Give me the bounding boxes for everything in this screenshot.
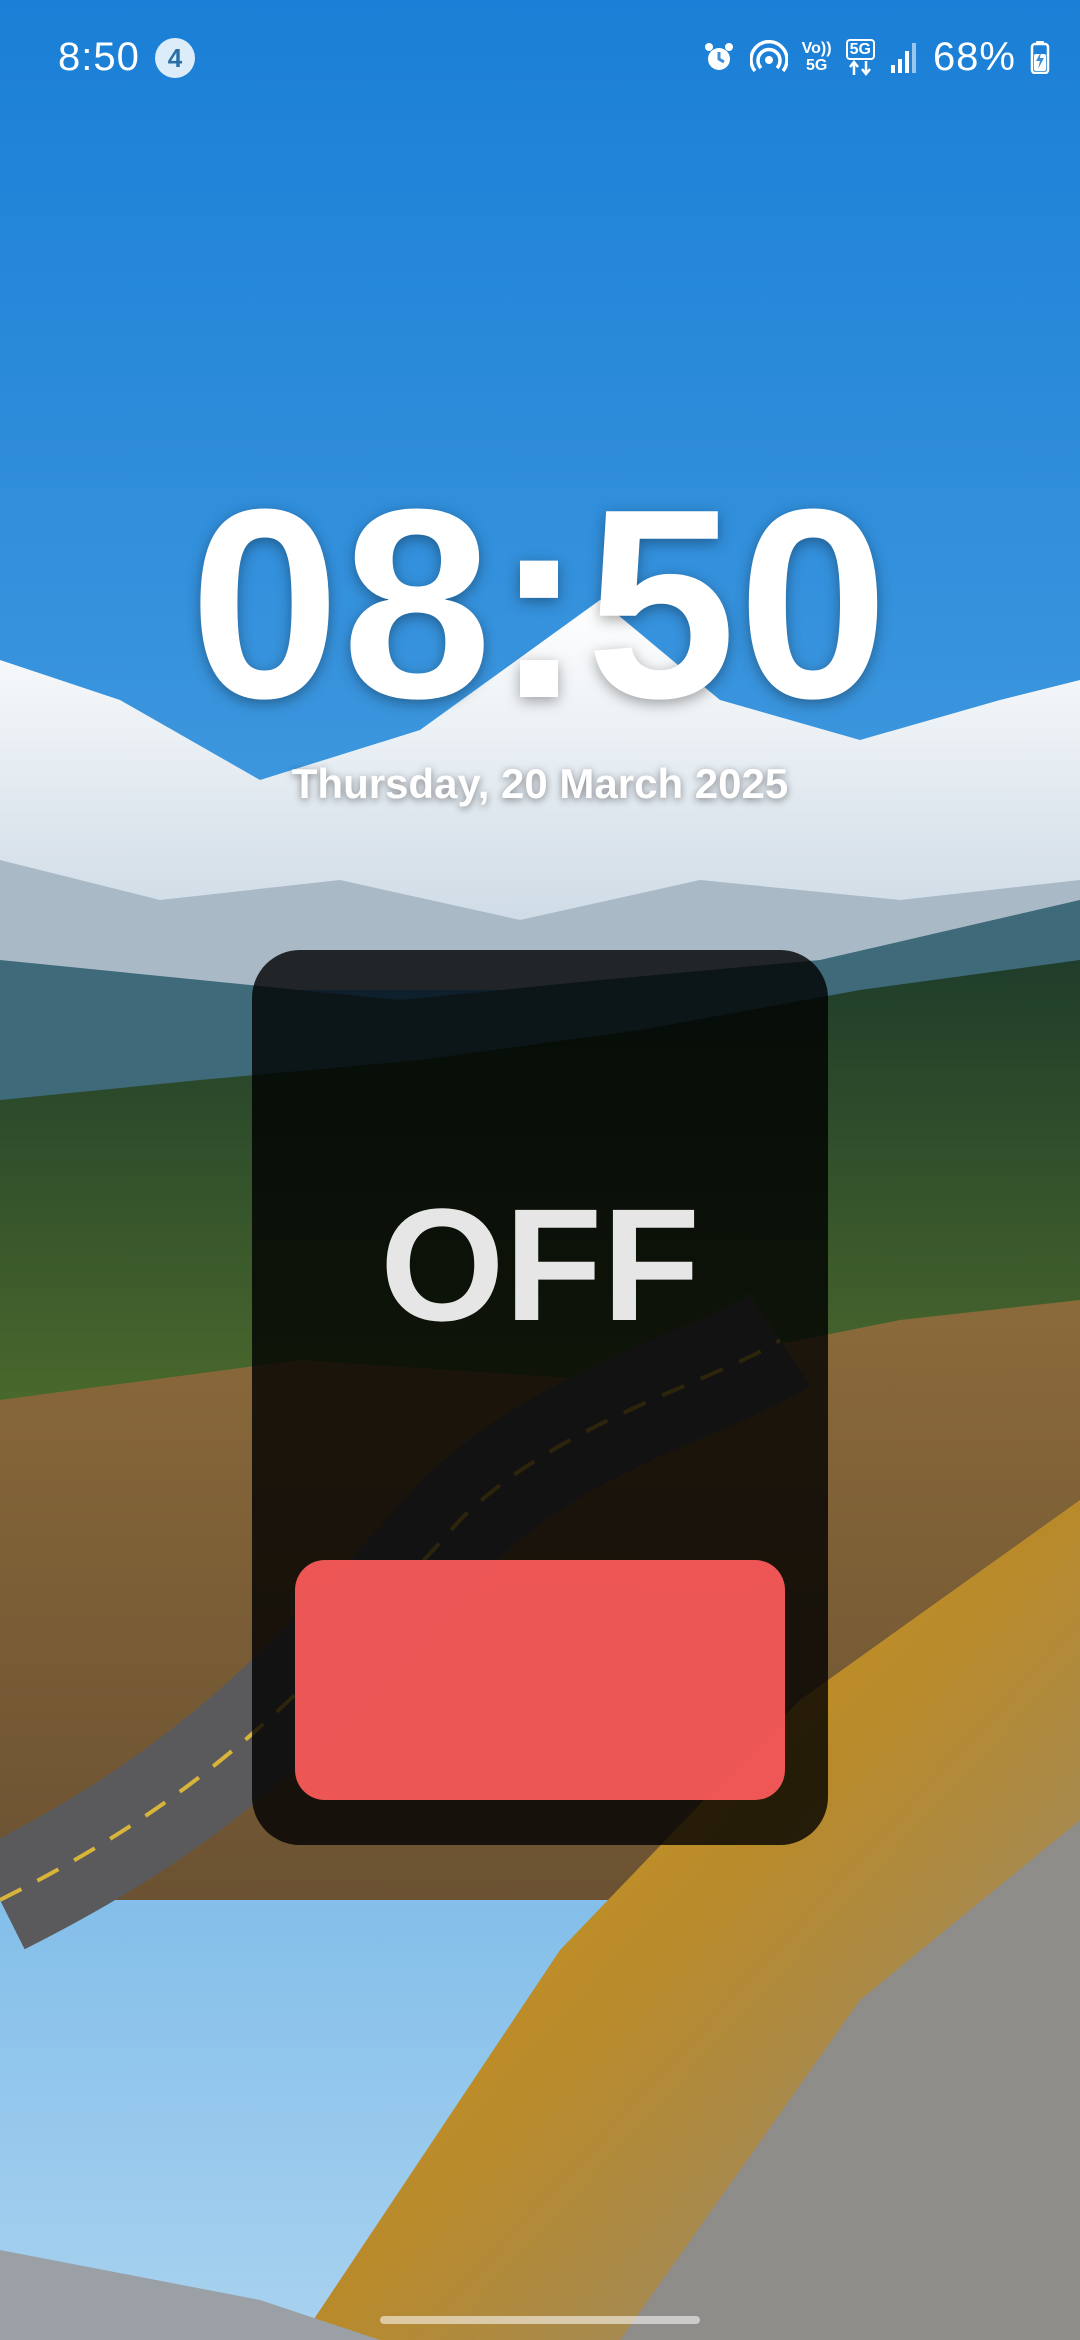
volte-network-label: 5G [805,57,828,74]
battery-charging-icon [1030,40,1050,74]
toggle-button[interactable] [295,1560,785,1800]
network-type-label: 5G [845,38,875,60]
status-bar: 8:50 4 Vo)) 5G 5G 68% [0,0,1080,120]
notification-count-badge: 4 [155,38,195,78]
lock-screen-clock: 08:50 [189,454,891,755]
status-icons: Vo)) 5G 5G 68% [702,30,1050,84]
widget-state-label: OFF [380,1175,700,1354]
lock-screen-date: Thursday, 20 March 2025 [291,760,789,807]
volte-label: Vo)) [801,40,832,57]
alarm-icon [702,40,736,74]
home-indicator[interactable] [380,2316,700,2324]
5g-data-icon: 5G [845,38,875,76]
hotspot-icon [749,40,788,74]
status-time: 8:50 [58,35,140,79]
battery-percentage: 68% [932,35,1016,79]
lock-screen: 8:50 4 Vo)) 5G 5G 68% 08:50 Thursday, 20… [0,0,1080,2340]
volte-5g-icon: Vo)) 5G [802,40,832,74]
data-arrows-icon [849,59,872,76]
toggle-widget: OFF [252,950,828,1845]
signal-icon [889,41,919,73]
